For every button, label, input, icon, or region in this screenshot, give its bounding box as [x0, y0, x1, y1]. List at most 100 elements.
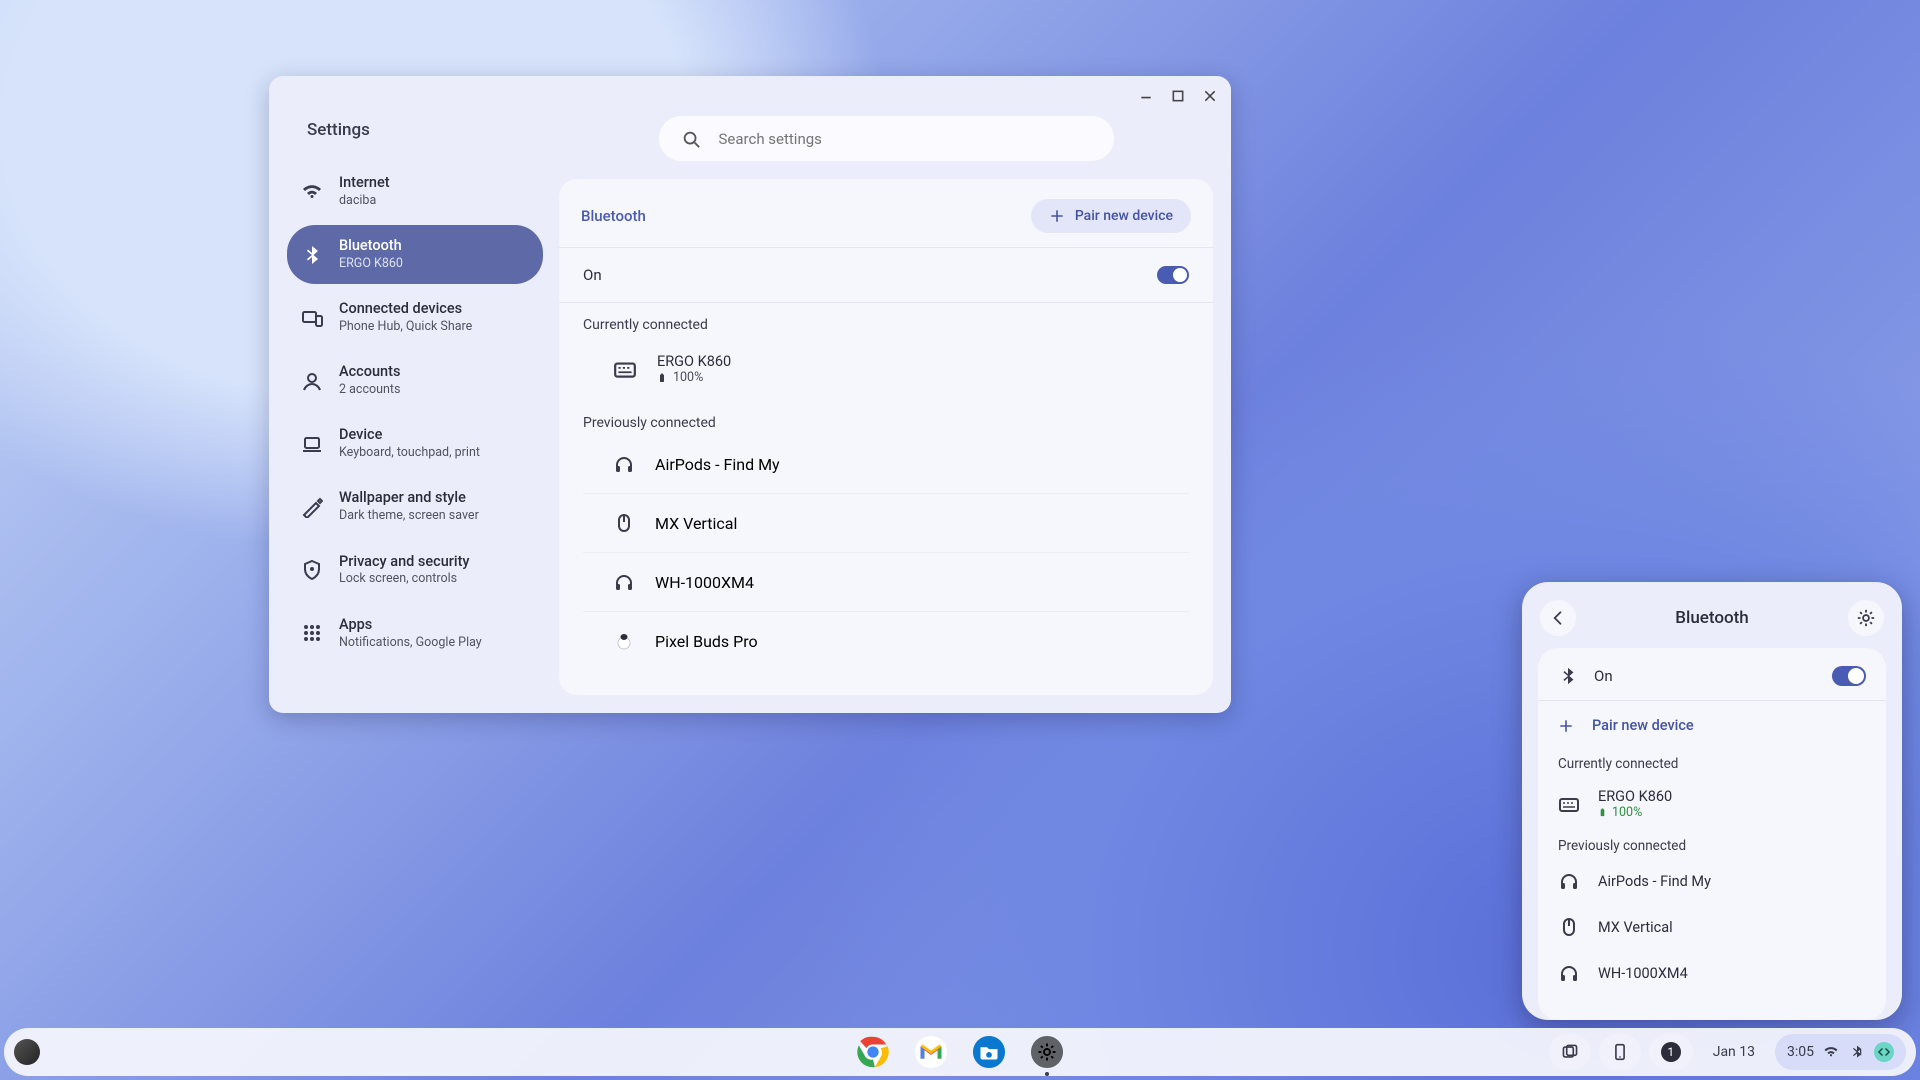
overview-button[interactable]: [1549, 1034, 1591, 1070]
shield-icon: [301, 559, 323, 581]
date-chip[interactable]: Jan 13: [1701, 1034, 1767, 1070]
device-battery: 100%: [1598, 805, 1672, 820]
sidebar-item-apps[interactable]: AppsNotifications, Google Play: [287, 604, 543, 663]
search-bar[interactable]: [659, 116, 1114, 161]
laptop-icon: [301, 433, 323, 455]
settings-app-icon[interactable]: [1029, 1034, 1065, 1070]
plus-icon: [1558, 718, 1574, 734]
search-icon: [681, 129, 701, 149]
sidebar-item-sub: Notifications, Google Play: [339, 635, 482, 651]
gmail-app-icon[interactable]: [913, 1034, 949, 1070]
sidebar-item-label: Apps: [339, 616, 482, 635]
phone-icon: [1611, 1043, 1629, 1061]
main-panel: Bluetooth Pair new device On Currently c…: [559, 116, 1231, 713]
sidebar-item-connected-devices[interactable]: Connected devicesPhone Hub, Quick Share: [287, 288, 543, 347]
popover-section-previous: Previously connected: [1538, 832, 1880, 858]
sidebar-item-sub: daciba: [339, 193, 390, 209]
bluetooth-toggle[interactable]: [1832, 666, 1866, 686]
popover-connected-device[interactable]: ERGO K860 100%: [1538, 776, 1880, 832]
sidebar-item-sub: 2 accounts: [339, 382, 400, 398]
previous-device-row[interactable]: AirPods - Find My: [583, 435, 1189, 493]
device-name: MX Vertical: [1598, 919, 1673, 936]
bluetooth-battery-status-icon: [1848, 1043, 1866, 1061]
search-input[interactable]: [719, 130, 1092, 148]
section-currently-connected: Currently connected: [559, 302, 1213, 337]
launcher-button[interactable]: [14, 1039, 40, 1065]
minimize-button[interactable]: [1139, 89, 1153, 103]
device-name: AirPods - Find My: [1598, 873, 1711, 890]
popover-title: Bluetooth: [1675, 608, 1749, 628]
bluetooth-icon: [1558, 666, 1578, 686]
pair-new-device-link[interactable]: Pair new device: [1538, 701, 1880, 750]
wifi-icon: [301, 181, 323, 203]
previous-device-row[interactable]: Pixel Buds Pro: [583, 611, 1189, 670]
on-label: On: [583, 266, 602, 284]
maximize-button[interactable]: [1171, 89, 1185, 103]
sidebar-item-label: Privacy and security: [339, 553, 470, 572]
sidebar-item-sub: Lock screen, controls: [339, 571, 470, 587]
back-button[interactable]: [1540, 600, 1576, 636]
bluetooth-on-row: On: [559, 247, 1213, 302]
quick-settings-bluetooth: Bluetooth On Pair new device Currently c…: [1522, 582, 1902, 1020]
bluetooth-card: Bluetooth Pair new device On Currently c…: [559, 179, 1213, 695]
previous-device-list: AirPods - Find My MX Vertical WH-1000XM4: [583, 435, 1189, 670]
headphones-icon: [613, 571, 635, 593]
files-app-icon[interactable]: [971, 1034, 1007, 1070]
popover-previous-device[interactable]: WH-1000XM4: [1538, 950, 1880, 996]
pair-new-device-button[interactable]: Pair new device: [1031, 199, 1191, 233]
device-name: AirPods - Find My: [655, 455, 780, 474]
headphones-icon: [1558, 962, 1580, 984]
sidebar: Settings Internetdaciba BluetoothERGO K8…: [269, 116, 559, 713]
link-label: Pair new device: [1592, 717, 1694, 734]
app-title: Settings: [287, 116, 543, 162]
sidebar-item-label: Bluetooth: [339, 237, 403, 256]
sidebar-item-device[interactable]: DeviceKeyboard, touchpad, print: [287, 414, 543, 473]
device-battery: 100%: [657, 370, 731, 385]
settings-button[interactable]: [1848, 600, 1884, 636]
device-name: WH-1000XM4: [655, 573, 754, 592]
sidebar-item-bluetooth[interactable]: BluetoothERGO K860: [287, 225, 543, 284]
headphones-icon: [613, 453, 635, 475]
mouse-icon: [613, 512, 635, 534]
bluetooth-toggle[interactable]: [1157, 266, 1189, 284]
section-title: Bluetooth: [581, 207, 646, 225]
section-previously-connected: Previously connected: [559, 401, 1213, 435]
device-name: Pixel Buds Pro: [655, 632, 758, 651]
device-name: ERGO K860: [657, 353, 731, 370]
apps-icon: [301, 622, 323, 644]
phone-hub-button[interactable]: [1599, 1034, 1641, 1070]
chrome-app-icon[interactable]: [855, 1034, 891, 1070]
button-label: Pair new device: [1075, 208, 1173, 224]
connected-device-row[interactable]: ERGO K860 100%: [559, 337, 1213, 401]
close-button[interactable]: [1203, 89, 1217, 103]
sidebar-item-sub: Phone Hub, Quick Share: [339, 319, 472, 335]
previous-device-row[interactable]: MX Vertical: [583, 493, 1189, 552]
style-icon: [301, 496, 323, 518]
device-name: MX Vertical: [655, 514, 737, 533]
popover-previous-device[interactable]: MX Vertical: [1538, 904, 1880, 950]
on-label: On: [1594, 667, 1613, 685]
devices-icon: [301, 307, 323, 329]
sidebar-item-accounts[interactable]: Accounts2 accounts: [287, 351, 543, 410]
previous-device-row[interactable]: WH-1000XM4: [583, 552, 1189, 611]
keyboard-icon: [1558, 793, 1580, 815]
shelf-date: Jan 13: [1713, 1044, 1755, 1060]
bluetooth-icon: [301, 244, 323, 266]
status-tray[interactable]: 3:05: [1775, 1034, 1906, 1070]
popover-previous-device[interactable]: AirPods - Find My: [1538, 858, 1880, 904]
settings-window: Settings Internetdaciba BluetoothERGO K8…: [269, 76, 1231, 713]
earbud-icon: [613, 630, 635, 652]
notifications-button[interactable]: 1: [1649, 1034, 1693, 1070]
sidebar-item-wallpaper[interactable]: Wallpaper and styleDark theme, screen sa…: [287, 477, 543, 536]
shelf-time: 3:05: [1787, 1044, 1814, 1060]
sidebar-item-label: Internet: [339, 174, 390, 193]
account-icon: [301, 370, 323, 392]
sidebar-item-internet[interactable]: Internetdaciba: [287, 162, 543, 221]
shelf: 1 Jan 13 3:05: [4, 1028, 1916, 1076]
sidebar-item-privacy[interactable]: Privacy and securityLock screen, control…: [287, 541, 543, 600]
sidebar-item-label: Connected devices: [339, 300, 472, 319]
sidebar-item-label: Device: [339, 426, 480, 445]
mouse-icon: [1558, 916, 1580, 938]
sidebar-item-sub: ERGO K860: [339, 256, 403, 272]
notification-count: 1: [1661, 1042, 1681, 1062]
